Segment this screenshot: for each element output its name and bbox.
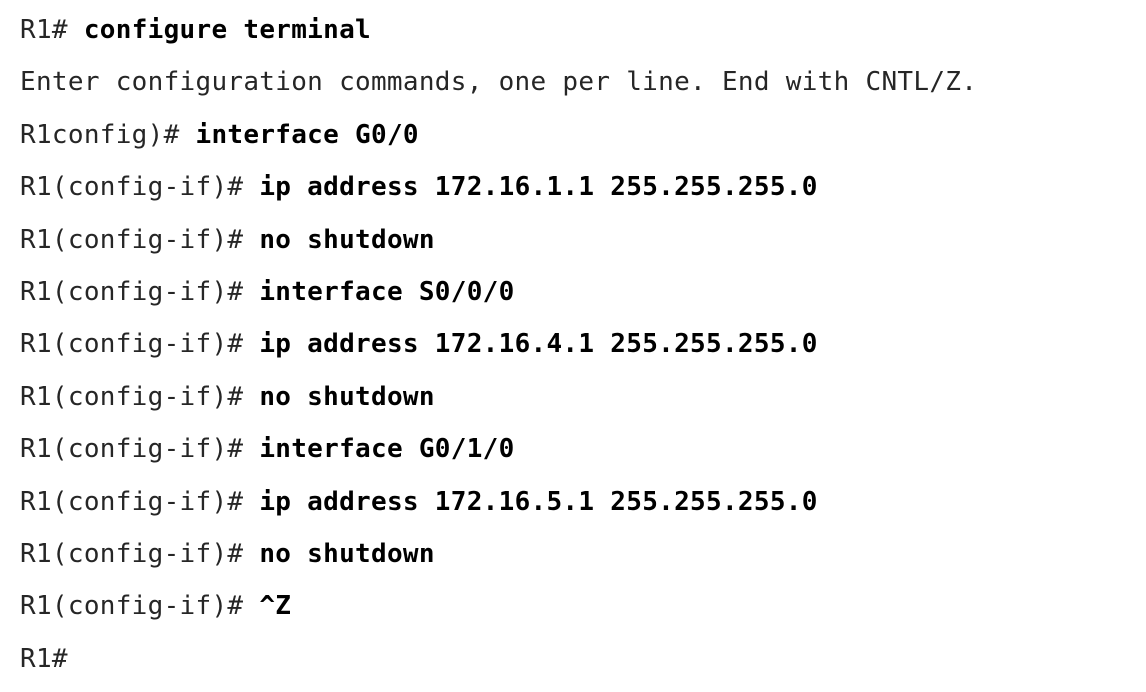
line-command: interface S0/0/0 [259,276,515,307]
line-command: interface G0/1/0 [259,434,515,465]
terminal-line: R1config)# interface G0/0 [20,113,1140,165]
line-prompt: R1(config-if)# [20,486,260,517]
terminal-line: R1(config-if)# no shutdown [20,375,1140,427]
terminal-line: Enter configuration commands, one per li… [20,60,1140,112]
terminal-line: R1(config-if)# interface S0/0/0 [20,270,1140,322]
terminal-line: R1# configure terminal [20,8,1140,60]
terminal-line: R1(config-if)# no shutdown [20,218,1140,270]
line-prompt: R1(config-if)# [20,329,260,360]
line-prompt: R1# [20,15,84,45]
terminal-line: R1(config-if)# ip address 172.16.5.1 255… [20,480,1140,532]
line-command: no shutdown [259,224,435,255]
line-command: no shutdown [259,381,435,412]
line-command: ip address 172.16.5.1 255.255.255.0 [259,486,818,517]
line-prompt: R1(config-if)# [20,538,260,569]
line-prompt: R1(config-if)# [20,172,260,203]
line-command: configure terminal [83,15,371,45]
line-command: ip address 172.16.1.1 255.255.255.0 [259,172,818,203]
line-output: Enter configuration commands, one per li… [20,67,978,98]
line-prompt: R1(config-if)# [20,224,260,255]
terminal-line: R1(config-if)# ^Z [20,584,1140,636]
line-prompt: R1(config-if)# [20,276,260,307]
line-prompt: R1# [20,643,68,674]
line-command: ^Z [259,591,292,622]
line-command: interface G0/0 [195,119,419,150]
terminal-line: R1(config-if)# ip address 172.16.1.1 255… [20,165,1140,217]
terminal-line: R1(config-if)# interface G0/1/0 [20,427,1140,479]
line-command: no shutdown [259,538,435,569]
line-prompt: R1config)# [20,119,196,150]
line-prompt: R1(config-if)# [20,381,260,412]
terminal-line: R1# [20,637,1140,689]
terminal-output: R1# configure terminal Enter configurati… [20,8,1140,689]
line-prompt: R1(config-if)# [20,434,260,465]
line-prompt: R1(config-if)# [20,591,260,622]
terminal-line: R1(config-if)# ip address 172.16.4.1 255… [20,322,1140,374]
terminal-line: R1(config-if)# no shutdown [20,532,1140,584]
line-command: ip address 172.16.4.1 255.255.255.0 [259,329,818,360]
